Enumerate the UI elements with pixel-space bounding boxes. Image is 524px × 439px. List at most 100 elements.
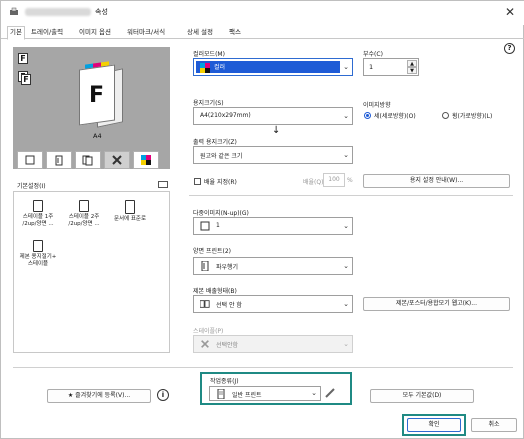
- close-icon[interactable]: ✕: [501, 4, 519, 20]
- color-mode-select[interactable]: 컬러 ⌄: [193, 58, 353, 76]
- duplex-value: 파우행기: [216, 264, 239, 271]
- page-icon: [200, 221, 210, 231]
- preview-letter-icon: F: [89, 83, 105, 108]
- tab-fax[interactable]: 팩스: [227, 27, 243, 39]
- staple-icon: [201, 340, 209, 348]
- tab-basic[interactable]: 기본: [7, 26, 25, 40]
- cancel-button[interactable]: 취소: [471, 418, 517, 432]
- staple-preset-icon: [33, 200, 43, 212]
- paper-view-button[interactable]: [17, 151, 43, 169]
- scale-checkbox-label: 배율 지정(R): [204, 179, 237, 186]
- job-type-label: 작업종류(J): [210, 378, 239, 385]
- landscape-radio[interactable]: [442, 112, 449, 119]
- color-view-button[interactable]: [133, 151, 159, 169]
- landscape-label: 횡(가로방향)(L): [452, 113, 493, 120]
- info-icon[interactable]: i: [157, 389, 169, 401]
- document-icon: [217, 389, 225, 399]
- restore-defaults-button[interactable]: 모두 기본값(D): [370, 389, 474, 403]
- chevron-down-icon: ⌄: [343, 300, 349, 308]
- printer-app-icon: [10, 7, 18, 15]
- staple-label: 스테이플(P): [193, 328, 224, 335]
- properties-dialog: 속성 ✕ 기본 트레이/출력 이미지 옵션 워터마크/서식 상세 설정 팩스 F…: [0, 0, 524, 439]
- scale-input[interactable]: 100: [323, 173, 345, 187]
- portrait-radio[interactable]: [364, 112, 371, 119]
- paper-size-select[interactable]: A4(210x297mm) ⌄: [193, 107, 353, 125]
- spin-up-icon[interactable]: ▲: [407, 60, 417, 67]
- document-preset-icon: [125, 200, 135, 214]
- scale-checkbox[interactable]: [194, 178, 201, 185]
- chevron-down-icon: ⌄: [343, 340, 349, 348]
- layout-view-button[interactable]: [46, 151, 72, 169]
- title-bar: 속성 ✕: [1, 1, 524, 25]
- ok-button[interactable]: 확인: [407, 418, 461, 432]
- help-icon[interactable]: ?: [504, 43, 515, 54]
- nup-label: 다중이미지(N-up)(G): [193, 210, 249, 217]
- duplex-view-button[interactable]: [75, 151, 101, 169]
- paper-size-caption: A4: [93, 132, 102, 140]
- copies-value: 1: [369, 63, 374, 71]
- window-title: 속성: [95, 8, 108, 16]
- staple-preset-icon: [79, 200, 89, 212]
- color-icon: [200, 63, 210, 73]
- favorites-label: 기본설정(I): [17, 183, 46, 190]
- chevron-down-icon: ⌄: [343, 262, 349, 270]
- color-mode-label: 컬러모드(M): [193, 51, 225, 58]
- multi-page-icon-back: F: [21, 74, 31, 85]
- add-favorite-button[interactable]: ★ 즐겨찾기에 등록(V)...: [47, 389, 151, 403]
- chevron-down-icon: ⌄: [343, 112, 349, 120]
- favorites-menu-icon[interactable]: [158, 181, 168, 188]
- finishing-label: 제본 배출형태(B): [193, 288, 237, 295]
- tools-view-button[interactable]: [104, 151, 130, 169]
- tab-watermark[interactable]: 워터마크/서식: [125, 27, 167, 39]
- copies-spinner[interactable]: 1 ▲ ▼: [363, 58, 419, 76]
- single-page-icon: F: [18, 53, 28, 64]
- scale-sublabel: 배율(Q): [303, 179, 324, 186]
- output-size-value: 원고와 같은 크기: [200, 153, 243, 160]
- duplex-label: 양면 프린트(2): [193, 248, 232, 255]
- color-view-icon: [141, 155, 151, 165]
- orientation-label: 이미지방향: [363, 102, 391, 109]
- copies-label: 부수(C): [363, 51, 383, 58]
- chevron-down-icon: ⌄: [343, 222, 349, 230]
- tab-advanced[interactable]: 상세 설정: [185, 27, 215, 39]
- edit-pencil-icon[interactable]: [324, 387, 336, 399]
- divider: [13, 367, 513, 368]
- staple-value: 선택안함: [216, 342, 239, 349]
- paper-info-button[interactable]: 용지 설정 안내(W)...: [363, 174, 510, 188]
- paper-size-label: 용지크기(S): [193, 100, 224, 107]
- scale-unit: %: [347, 177, 353, 184]
- tools-view-icon: [112, 155, 122, 165]
- chevron-down-icon: ⌄: [343, 151, 349, 159]
- finishing-icon: [200, 300, 210, 308]
- favorite-standard[interactable]: 문서에 표준로: [108, 200, 152, 223]
- job-type-select[interactable]: 일반 프린트 ⌄: [209, 386, 321, 401]
- favorite-staple-2[interactable]: 스테이플 2주 /2up/양면 ...: [62, 200, 106, 228]
- printer-name-redacted: [25, 8, 91, 16]
- portrait-label: 세(세로방향)(O): [374, 113, 416, 120]
- job-type-value: 일반 프린트: [232, 392, 262, 399]
- finishing-options-button[interactable]: 제본/포스터/용합모기 웹고(K)...: [363, 297, 510, 311]
- finishing-select[interactable]: 선택 안 함 ⌄: [193, 295, 353, 313]
- spin-down-icon[interactable]: ▼: [407, 67, 417, 74]
- output-size-select[interactable]: 원고와 같은 크기 ⌄: [193, 146, 353, 164]
- layout-view-icon: [55, 155, 63, 165]
- paper-view-icon: [25, 155, 35, 165]
- arrow-down-icon: ↓: [272, 125, 281, 136]
- favorite-booklet[interactable]: 제본 용지절기+ 스테이플: [16, 240, 60, 268]
- tab-image-options[interactable]: 이미지 옵션: [77, 27, 113, 39]
- tab-bar: 기본 트레이/출력 이미지 옵션 워터마크/서식 상세 설정 팩스: [1, 25, 524, 40]
- chevron-down-icon: ⌄: [311, 389, 317, 397]
- output-size-label: 출력 용지크기(Z): [193, 139, 237, 146]
- tab-tray-output[interactable]: 트레이/출력: [29, 27, 65, 39]
- booklet-preset-icon: [33, 240, 43, 252]
- finishing-value: 선택 안 함: [216, 302, 242, 309]
- duplex-select[interactable]: 파우행기 ⌄: [193, 257, 353, 275]
- staple-select: 선택안함 ⌄: [193, 335, 353, 353]
- duplex-icon: [201, 261, 209, 271]
- duplex-view-icon: [82, 155, 93, 165]
- paper-size-value: A4(210x297mm): [200, 112, 251, 119]
- nup-value: 1: [216, 222, 220, 229]
- favorite-staple-1[interactable]: 스테이플 1주 /2up/양면 ...: [16, 200, 60, 228]
- color-mode-value: 컬러: [214, 64, 226, 71]
- nup-select[interactable]: 1 ⌄: [193, 217, 353, 235]
